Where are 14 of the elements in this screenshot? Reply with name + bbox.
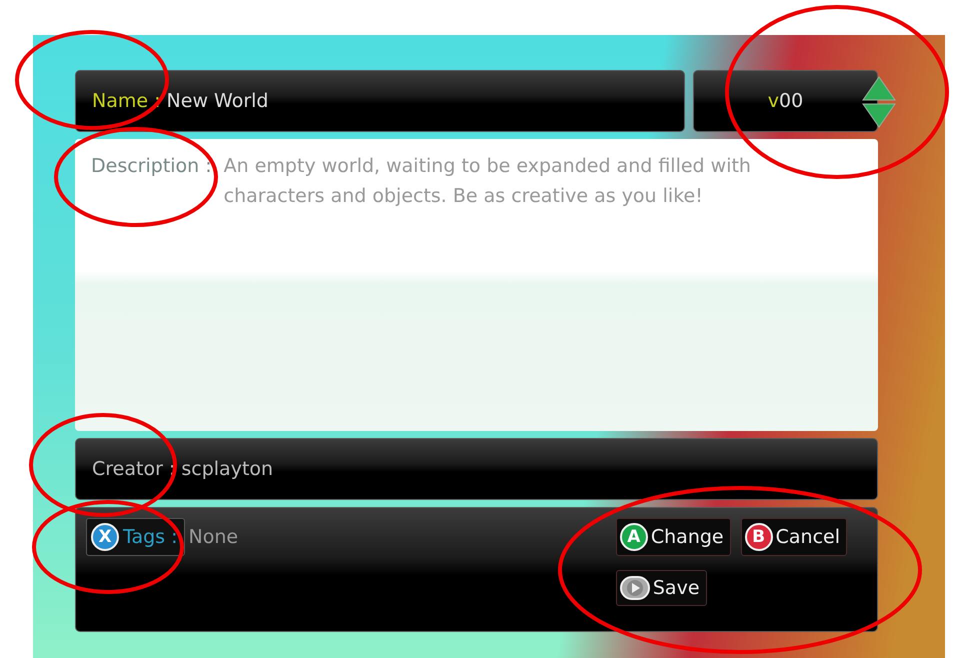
action-button[interactable]: B Cancel	[740, 518, 847, 556]
tags-button[interactable]: X Tags :	[86, 518, 185, 556]
button-glyph: A	[620, 523, 648, 551]
description-field[interactable]: Description : An empty world, waiting to be expanded and filled with characters and objects. Be as creative as you like!	[75, 139, 878, 431]
save-button[interactable]: Save	[616, 570, 707, 606]
play-icon	[620, 575, 650, 601]
description-text: An empty world, waiting to be expanded and filled with characters and objects. Be as creative as you like!	[224, 154, 752, 209]
button-glyph: X	[91, 523, 119, 551]
button-glyph: B	[744, 523, 773, 551]
version-field[interactable]: v00	[693, 70, 878, 132]
action-button[interactable]: A Change	[616, 518, 731, 556]
up-down-arrows-icon[interactable]	[862, 76, 896, 128]
description-label: Description :	[91, 154, 212, 179]
tags-value: None	[188, 526, 238, 548]
